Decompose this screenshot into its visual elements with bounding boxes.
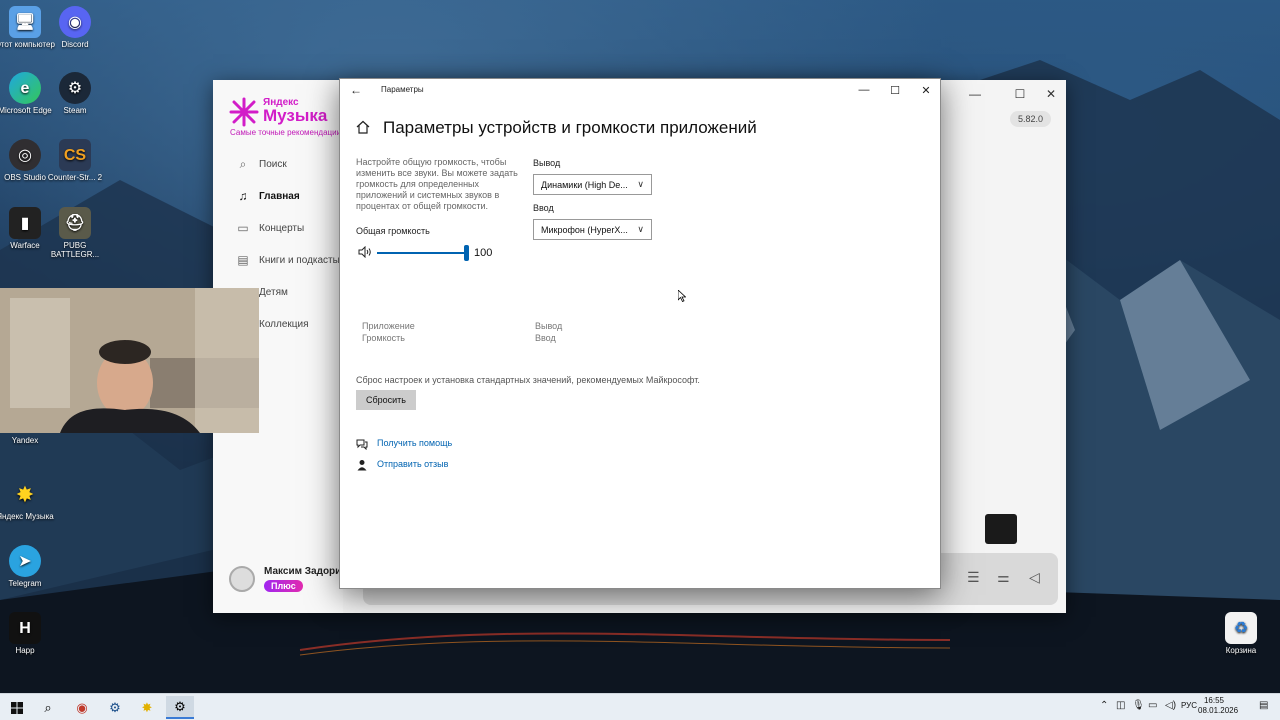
desktop-icon-telegram[interactable]: ➤ Telegram bbox=[0, 545, 56, 588]
music-maximize-button[interactable]: ☐ bbox=[1005, 84, 1035, 104]
send-feedback-link[interactable]: Отправить отзыв bbox=[377, 459, 448, 469]
user-name: Максим Задорин bbox=[264, 566, 348, 577]
search-icon: ⌕ bbox=[44, 699, 52, 715]
start-button[interactable] bbox=[3, 696, 31, 719]
master-volume-thumb[interactable] bbox=[464, 245, 469, 261]
volume-icon[interactable]: ◁) bbox=[1165, 700, 1176, 711]
nav-search[interactable]: ⌕ Поиск bbox=[235, 154, 287, 174]
master-volume-label: Общая громкость bbox=[356, 226, 430, 236]
webcam-image bbox=[0, 288, 259, 433]
speaker-icon[interactable] bbox=[358, 246, 372, 258]
reset-description: Сброс настроек и установка стандартных з… bbox=[356, 375, 700, 385]
network-tray-icon[interactable]: ◫ bbox=[1116, 700, 1125, 711]
desktop-icon-pubg[interactable]: ⛑ PUBG BATTLEGR... bbox=[44, 207, 106, 259]
page-title: Параметры устройств и громкости приложен… bbox=[383, 118, 757, 137]
taskbar-app-yandex-music[interactable]: ✸ bbox=[133, 696, 161, 719]
mouse-cursor-icon bbox=[678, 290, 686, 302]
queue-icon[interactable]: ☰ bbox=[967, 569, 980, 586]
avatar[interactable] bbox=[229, 566, 255, 592]
notifications-icon[interactable]: ▤ bbox=[1259, 700, 1268, 711]
help-icon bbox=[356, 439, 368, 450]
plus-badge[interactable]: Плюс bbox=[264, 580, 303, 592]
yandex-music-icon: ✸ bbox=[15, 481, 35, 507]
column-input: Ввод bbox=[535, 333, 556, 343]
close-button[interactable]: ✕ bbox=[911, 81, 941, 99]
column-volume: Громкость bbox=[362, 333, 405, 343]
discord-icon: ◉ bbox=[59, 6, 91, 38]
music-note-icon: ♫ bbox=[238, 189, 248, 203]
settings-window[interactable]: ← Параметры — ☐ ✕ Параметры устройств и … bbox=[339, 78, 941, 589]
clock[interactable]: 16:55 08.01.2026 bbox=[1198, 696, 1238, 716]
logo-tagline: Самые точные рекомендации bbox=[230, 128, 342, 137]
yandex-music-logo-icon bbox=[229, 97, 259, 127]
taskbar: ⌕ ◉ ⚙ ✸ ⚙ ⌃ ◫ 🎙 ▭ ◁) РУС 16:55 08.01.202… bbox=[0, 693, 1280, 720]
logo-music-text: Музыка bbox=[263, 106, 328, 125]
desktop-icon-cs2[interactable]: CS Counter-Str... 2 bbox=[44, 139, 106, 182]
webcam-overlay bbox=[0, 288, 259, 433]
computer-icon: 🖥 bbox=[9, 6, 41, 38]
volume-icon[interactable]: ◁ bbox=[1029, 569, 1040, 586]
microphone-icon[interactable]: 🎙 bbox=[1132, 700, 1145, 711]
desktop-icon-yandex-music[interactable]: ✸ Яндекс Музыка bbox=[0, 478, 56, 521]
battery-icon[interactable]: ▭ bbox=[1148, 700, 1157, 711]
desktop-icon-yandex[interactable]: Yandex bbox=[0, 436, 56, 445]
output-device-select[interactable]: Динамики (High De... ∨ bbox=[533, 174, 652, 195]
edge-icon: e bbox=[9, 72, 41, 104]
obs-icon: ◎ bbox=[9, 139, 41, 171]
book-icon: ▤ bbox=[237, 253, 249, 267]
happ-icon: H bbox=[9, 612, 41, 644]
input-device-select[interactable]: Микрофон (HyperX... ∨ bbox=[533, 219, 652, 240]
chevron-up-icon[interactable]: ⌃ bbox=[1100, 700, 1108, 711]
taskbar-app-obs[interactable]: ◉ bbox=[68, 696, 96, 719]
maximize-button[interactable]: ☐ bbox=[880, 81, 910, 99]
window-title: Параметры bbox=[381, 85, 424, 94]
desktop-icon-discord[interactable]: ◉ Discord bbox=[44, 6, 106, 49]
obs-icon: ◉ bbox=[76, 699, 88, 715]
feedback-icon bbox=[357, 460, 367, 471]
language-indicator[interactable]: РУС bbox=[1181, 701, 1197, 710]
nav-books-podcasts[interactable]: ▤ Книги и подкасты bbox=[235, 250, 340, 270]
desktop-icon-recycle-bin[interactable]: ♻ Корзина bbox=[1210, 612, 1272, 655]
warface-icon: ▮ bbox=[9, 207, 41, 239]
output-label: Вывод bbox=[533, 158, 561, 168]
version-badge: 5.82.0 bbox=[1009, 111, 1051, 127]
nav-concerts[interactable]: ▭ Концерты bbox=[235, 218, 304, 238]
gear-icon: ⚙ bbox=[174, 698, 186, 714]
taskbar-app-settings[interactable]: ⚙ bbox=[166, 696, 194, 719]
steam-icon: ⚙ bbox=[59, 72, 91, 104]
music-close-button[interactable]: ✕ bbox=[1036, 84, 1066, 104]
desktop-icon-happ[interactable]: H Happ bbox=[0, 612, 56, 655]
steam-icon: ⚙ bbox=[109, 699, 121, 715]
master-volume-value: 100 bbox=[474, 247, 493, 259]
search-icon: ⌕ bbox=[239, 156, 247, 171]
yandex-music-icon: ✸ bbox=[141, 699, 153, 715]
ticket-icon: ▭ bbox=[237, 221, 249, 235]
nav-home[interactable]: ♫ Главная bbox=[235, 186, 300, 206]
volume-description: Настройте общую громкость, чтобы изменит… bbox=[356, 157, 518, 211]
reset-button[interactable]: Сбросить bbox=[356, 390, 416, 410]
column-app: Приложение bbox=[362, 321, 415, 331]
music-minimize-button[interactable]: — bbox=[960, 84, 990, 104]
home-icon[interactable] bbox=[356, 120, 370, 134]
cs2-icon: CS bbox=[59, 139, 91, 171]
track-thumbnail[interactable] bbox=[985, 514, 1017, 544]
master-volume-slider[interactable] bbox=[377, 252, 467, 254]
chevron-down-icon: ∨ bbox=[637, 224, 644, 234]
chevron-down-icon: ∨ bbox=[637, 179, 644, 189]
pubg-icon: ⛑ bbox=[59, 207, 91, 239]
recycle-bin-icon: ♻ bbox=[1225, 612, 1257, 644]
search-taskbar-button[interactable]: ⌕ bbox=[34, 696, 62, 719]
input-label: Ввод bbox=[533, 203, 554, 213]
windows-logo-icon bbox=[11, 701, 23, 714]
get-help-link[interactable]: Получить помощь bbox=[377, 438, 452, 448]
column-output: Вывод bbox=[535, 321, 563, 331]
equalizer-icon[interactable]: ⚌ bbox=[997, 569, 1010, 586]
taskbar-app-steam[interactable]: ⚙ bbox=[101, 696, 129, 719]
desktop-icon-steam[interactable]: ⚙ Steam bbox=[44, 72, 106, 115]
telegram-icon: ➤ bbox=[9, 545, 41, 577]
back-arrow-icon[interactable]: ← bbox=[350, 83, 362, 97]
minimize-button[interactable]: — bbox=[849, 81, 879, 99]
